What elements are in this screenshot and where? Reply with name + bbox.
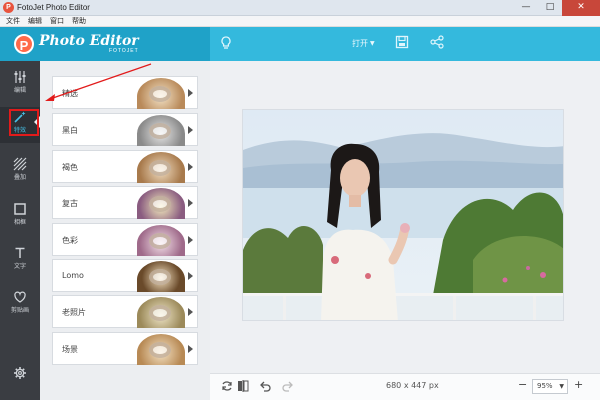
chevron-right-icon	[188, 163, 193, 171]
sidebar-item-clipart[interactable]: 剪贴画	[0, 287, 40, 323]
effect-thumbnail	[137, 334, 185, 365]
photo-canvas[interactable]	[242, 109, 564, 321]
effect-thumbnail	[137, 297, 185, 328]
minimize-button[interactable]: —	[514, 0, 538, 16]
chevron-down-icon: ▼	[370, 40, 375, 47]
logo-mark: P	[14, 34, 34, 54]
chevron-right-icon	[188, 199, 193, 207]
open-label: 打开	[352, 39, 368, 48]
effect-item-featured[interactable]: 精选	[52, 76, 198, 109]
annotation-highlight-box	[9, 109, 39, 136]
chevron-right-icon	[188, 272, 193, 280]
sidebar-item-label: 文字	[13, 263, 26, 270]
logo: P Photo Editor FOTOJET	[0, 27, 210, 61]
chevron-right-icon	[188, 236, 193, 244]
sidebar-item-text[interactable]: 文字	[0, 243, 40, 279]
sidebar-item-label: 编辑	[13, 87, 26, 94]
effect-item-lomo[interactable]: Lomo	[52, 259, 198, 292]
effect-label: 褐色	[62, 163, 78, 172]
chevron-right-icon	[188, 89, 193, 97]
lightbulb-icon[interactable]	[218, 35, 236, 53]
zoom-select[interactable]: 95% ▼	[532, 379, 568, 394]
settings-button[interactable]	[0, 363, 40, 399]
effect-label: 场景	[62, 345, 78, 354]
app-icon: P	[3, 2, 14, 13]
sidebar-item-label: 剪贴画	[10, 307, 29, 314]
effect-item-sepia[interactable]: 褐色	[52, 150, 198, 183]
effect-item-bw[interactable]: 黑白	[52, 113, 198, 146]
share-icon[interactable]	[430, 35, 448, 53]
gear-icon	[14, 367, 26, 379]
save-icon[interactable]	[395, 35, 413, 53]
photo-image	[243, 110, 563, 320]
effect-label: 精选	[62, 89, 78, 98]
redo-icon[interactable]	[281, 379, 295, 393]
close-button[interactable]: ✕	[562, 0, 600, 16]
sidebar-item-frame[interactable]: 相框	[0, 199, 40, 235]
effect-item-color[interactable]: 色彩	[52, 223, 198, 256]
image-dimensions: 680 x 447 px	[386, 381, 439, 390]
sidebar-item-edit[interactable]: 编辑	[0, 67, 40, 103]
sidebar-item-label: 叠加	[13, 174, 26, 181]
zoom-in-button[interactable]: +	[574, 378, 583, 391]
logo-subtext: FOTOJET	[109, 48, 139, 54]
effect-item-old-photo[interactable]: 老照片	[52, 295, 198, 328]
chevron-right-icon	[188, 345, 193, 353]
effect-thumbnail	[137, 261, 185, 292]
effect-item-vintage[interactable]: 复古	[52, 186, 198, 219]
chevron-down-icon: ▼	[559, 383, 564, 390]
logo-text: Photo Editor	[39, 33, 139, 49]
sidebar-item-label: 相框	[13, 219, 26, 226]
sliders-icon	[14, 71, 26, 83]
effect-label: 复古	[62, 199, 78, 208]
effect-thumbnail	[137, 115, 185, 146]
menu-edit[interactable]: 编辑	[28, 16, 42, 26]
maximize-button[interactable]: □	[538, 0, 562, 16]
rotate-icon[interactable]	[220, 379, 234, 393]
effect-thumbnail	[137, 78, 185, 109]
chevron-right-icon	[188, 126, 193, 134]
effect-thumbnail	[137, 225, 185, 256]
open-dropdown[interactable]: 打开 ▼	[352, 38, 375, 49]
sidebar-item-overlay[interactable]: 叠加	[0, 154, 40, 190]
zoom-value: 95%	[537, 382, 553, 390]
undo-icon[interactable]	[258, 379, 272, 393]
overlay-icon	[13, 157, 27, 171]
menu-window[interactable]: 窗口	[50, 16, 64, 26]
flip-icon[interactable]	[236, 379, 250, 393]
menu-bar: 文件 编辑 窗口 帮助	[0, 16, 600, 27]
text-icon	[15, 247, 25, 258]
heart-icon	[14, 291, 26, 303]
window-controls: — □ ✕	[514, 0, 600, 16]
menu-file[interactable]: 文件	[6, 16, 20, 26]
effect-label: 色彩	[62, 236, 78, 245]
title-bar: P FotoJet Photo Editor — □ ✕	[0, 0, 600, 16]
effect-thumbnail	[137, 188, 185, 219]
effects-panel: 精选 黑白 褐色 复古 色彩 Lomo 老照片 场景	[40, 61, 210, 400]
zoom-out-button[interactable]: −	[518, 378, 527, 391]
app-header: P Photo Editor FOTOJET 打开 ▼	[0, 27, 600, 61]
bottom-toolbar: 680 x 447 px − 95% ▼ +	[210, 373, 600, 400]
effect-label: Lomo	[62, 271, 84, 280]
effect-item-scene[interactable]: 场景	[52, 332, 198, 365]
window-title: FotoJet Photo Editor	[17, 3, 90, 12]
effect-label: 黑白	[62, 126, 78, 135]
menu-help[interactable]: 帮助	[72, 16, 86, 26]
effect-label: 老照片	[62, 308, 86, 317]
frame-icon	[14, 203, 26, 215]
effect-thumbnail	[137, 152, 185, 183]
chevron-right-icon	[188, 308, 193, 316]
